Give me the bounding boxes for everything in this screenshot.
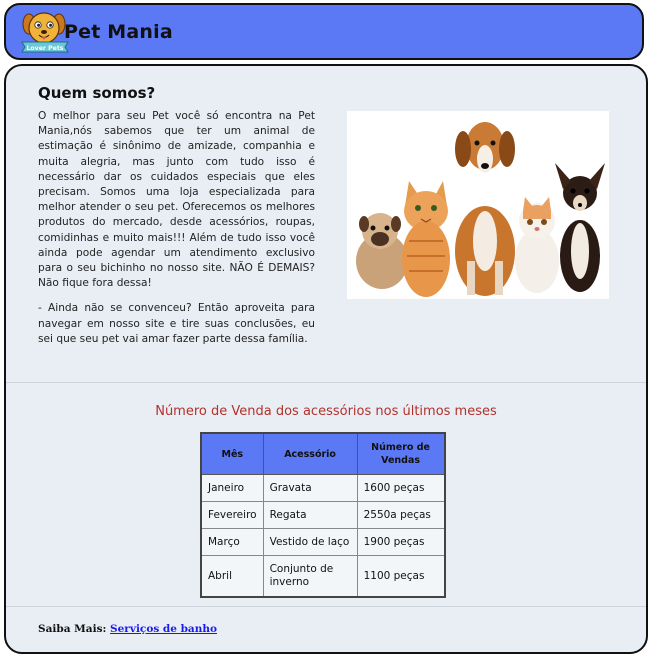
table-header-row: Mês Acessório Número de Vendas — [200, 432, 446, 475]
footer-divider — [6, 606, 646, 607]
orange-cat-figure — [402, 181, 450, 297]
table-row: Abril Conjunto de inverno 1100 peças — [200, 555, 446, 598]
site-header: Lover Pets Pet Mania — [4, 3, 644, 60]
saiba-mais: Saiba Mais: Serviços de banho — [38, 623, 217, 635]
about-paragraph-1: O melhor para seu Pet você só encontra n… — [38, 110, 315, 290]
logo-text: Lover Pets — [26, 45, 63, 52]
cell-month: Março — [200, 528, 264, 556]
table-row: Janeiro Gravata 1600 peças — [200, 474, 446, 502]
sales-table: Mês Acessório Número de Vendas Janeiro G… — [200, 432, 446, 598]
pets-photo — [347, 111, 609, 299]
cell-sales: 2550a peças — [356, 501, 446, 529]
about-paragraph-2: - Ainda não se convenceu? Então aproveit… — [38, 302, 315, 345]
cell-sales: 1900 peças — [356, 528, 446, 556]
table-row: Fevereiro Regata 2550a peças — [200, 501, 446, 529]
section-divider — [6, 382, 646, 383]
sales-table-title: Número de Venda dos acessórios nos últim… — [155, 404, 497, 419]
header-sales-count: Número de Vendas — [356, 432, 446, 475]
pug-figure — [356, 213, 408, 289]
cell-sales: 1100 peças — [356, 555, 446, 598]
saiba-mais-label: Saiba Mais: — [38, 623, 107, 635]
lover-pets-logo[interactable]: Lover Pets — [20, 8, 70, 56]
brand-name[interactable]: Pet Mania — [64, 21, 173, 43]
header-month: Mês — [200, 432, 264, 475]
cell-month: Abril — [200, 555, 264, 598]
cell-accessory: Conjunto de inverno — [262, 555, 358, 598]
table-row: Março Vestido de laço 1900 peças — [200, 528, 446, 556]
about-title: Quem somos? — [38, 84, 156, 102]
about-text: O melhor para seu Pet você só encontra n… — [38, 109, 315, 357]
servicos-de-banho-link[interactable]: Serviços de banho — [110, 623, 217, 635]
cell-accessory: Gravata — [262, 474, 358, 502]
cell-accessory: Regata — [262, 501, 358, 529]
header-accessory: Acessório — [262, 432, 358, 475]
cell-month: Fevereiro — [200, 501, 264, 529]
cell-accessory: Vestido de laço — [262, 528, 358, 556]
cell-sales: 1600 peças — [356, 474, 446, 502]
main-content: Quem somos? O melhor para seu Pet você s… — [4, 64, 648, 654]
cell-month: Janeiro — [200, 474, 264, 502]
